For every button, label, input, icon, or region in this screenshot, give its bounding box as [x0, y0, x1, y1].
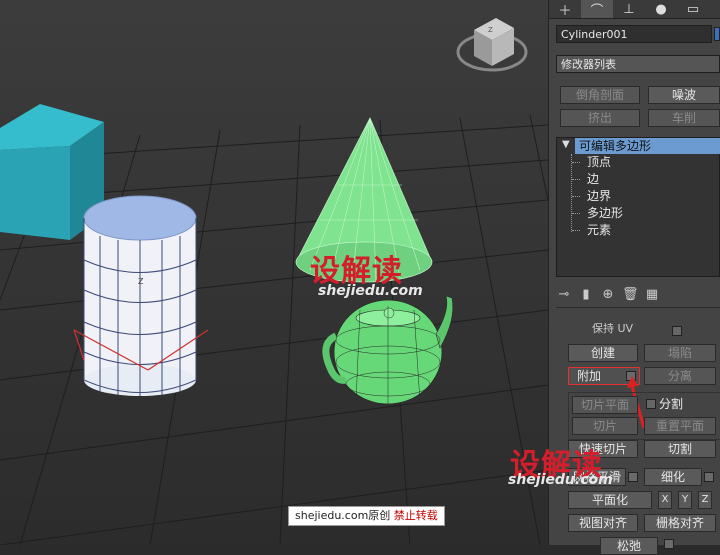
tessellate-button[interactable]: 细化: [644, 468, 702, 486]
noise-button[interactable]: 噪波: [648, 86, 720, 104]
tessellate-settings-icon[interactable]: [704, 472, 714, 482]
stack-tree-branch: [572, 196, 580, 197]
reset-plane-button[interactable]: 重置平面: [644, 417, 716, 435]
motion-tab-icon[interactable]: ●: [645, 0, 677, 18]
bevel-profile-button[interactable]: 倒角剖面: [560, 86, 640, 104]
preserve-uv-label: 保持 UV: [592, 323, 634, 335]
pin-stack-icon[interactable]: ⊸: [556, 287, 572, 303]
stack-toolbar: ⊸ ▮ ⊕ 🗑 ▦: [556, 285, 720, 305]
stack-item-polygon[interactable]: 多边形: [587, 205, 623, 221]
preserve-uv-checkbox[interactable]: [672, 326, 682, 336]
attach-label: 附加: [577, 369, 602, 383]
planarize-y-button[interactable]: Y: [678, 491, 692, 509]
detach-button[interactable]: 分离: [644, 367, 716, 385]
panel-tabbar: ＋ ⌒ ⊥ ● ▭: [549, 0, 720, 19]
stack-tree-branch: [572, 162, 580, 163]
make-unique-icon[interactable]: ⊕: [600, 287, 616, 303]
relax-settings-icon[interactable]: [664, 539, 674, 549]
copyright-footer: shejiedu.com原创 禁止转载: [288, 506, 445, 526]
show-end-result-icon[interactable]: ▮: [578, 287, 594, 303]
watermark-url-2: shejiedu.com: [508, 472, 613, 488]
planarize-button[interactable]: 平面化: [568, 491, 652, 509]
modifier-stack[interactable]: ▼ 可编辑多边形 顶点 边 边界 多边形 元素: [556, 137, 720, 277]
grid-align-button[interactable]: 栅格对齐: [644, 514, 716, 532]
footer-notice: 禁止转载: [393, 509, 438, 522]
planarize-z-button[interactable]: Z: [698, 491, 712, 509]
modifier-list-dropdown[interactable]: 修改器列表: [556, 55, 720, 73]
collapse-arrow-icon[interactable]: ▼: [562, 139, 570, 150]
teapot-object[interactable]: [322, 295, 454, 405]
stack-tree-branch: [572, 230, 580, 231]
configure-sets-icon[interactable]: ▦: [644, 287, 660, 303]
planarize-x-button[interactable]: X: [658, 491, 672, 509]
relax-button[interactable]: 松弛: [600, 537, 658, 555]
stack-item-border[interactable]: 边界: [587, 188, 611, 204]
display-tab-icon[interactable]: ▭: [677, 0, 709, 18]
stack-item-vertex[interactable]: 顶点: [587, 154, 611, 170]
stack-tree-branch: [572, 179, 580, 180]
stack-tree-branch: [572, 213, 580, 214]
create-tab-icon[interactable]: ＋: [549, 0, 581, 19]
slice-plane-button[interactable]: 切片平面: [572, 396, 638, 414]
perspective-viewport[interactable]: Z Z: [0, 0, 548, 545]
watermark-url: shejiedu.com: [318, 283, 423, 299]
object-name-field[interactable]: Cylinder001: [556, 25, 712, 43]
stack-item-edge[interactable]: 边: [587, 171, 599, 187]
panel-divider: [556, 307, 720, 308]
split-checkbox[interactable]: [646, 399, 656, 409]
cylinder-axis-label: Z: [138, 277, 144, 286]
hierarchy-tab-icon[interactable]: ⊥: [613, 0, 645, 18]
remove-modifier-icon[interactable]: 🗑: [622, 287, 639, 303]
object-color-swatch[interactable]: [714, 27, 720, 41]
collapse-button[interactable]: 塌陷: [644, 344, 716, 362]
meshsmooth-settings-icon[interactable]: [628, 472, 638, 482]
cut-button[interactable]: 切割: [644, 440, 716, 458]
stack-item-editable-poly[interactable]: 可编辑多边形: [575, 138, 720, 154]
viewcube[interactable]: Z: [456, 18, 528, 72]
viewcube-axis-label: Z: [488, 26, 493, 34]
footer-site: shejiedu.com原创: [295, 509, 391, 522]
view-align-button[interactable]: 视图对齐: [568, 514, 638, 532]
split-label: 分割: [659, 397, 684, 411]
slice-button[interactable]: 切片: [572, 417, 638, 435]
modify-tab-icon[interactable]: ⌒: [581, 0, 613, 19]
stack-tree-line: [571, 154, 572, 232]
create-button[interactable]: 创建: [568, 344, 638, 362]
stack-item-element[interactable]: 元素: [587, 222, 611, 238]
extrude-button[interactable]: 挤出: [560, 109, 640, 127]
lathe-button[interactable]: 车削: [648, 109, 720, 127]
cylinder-object[interactable]: Z: [73, 195, 209, 396]
viewport-scene: Z Z: [0, 18, 548, 545]
